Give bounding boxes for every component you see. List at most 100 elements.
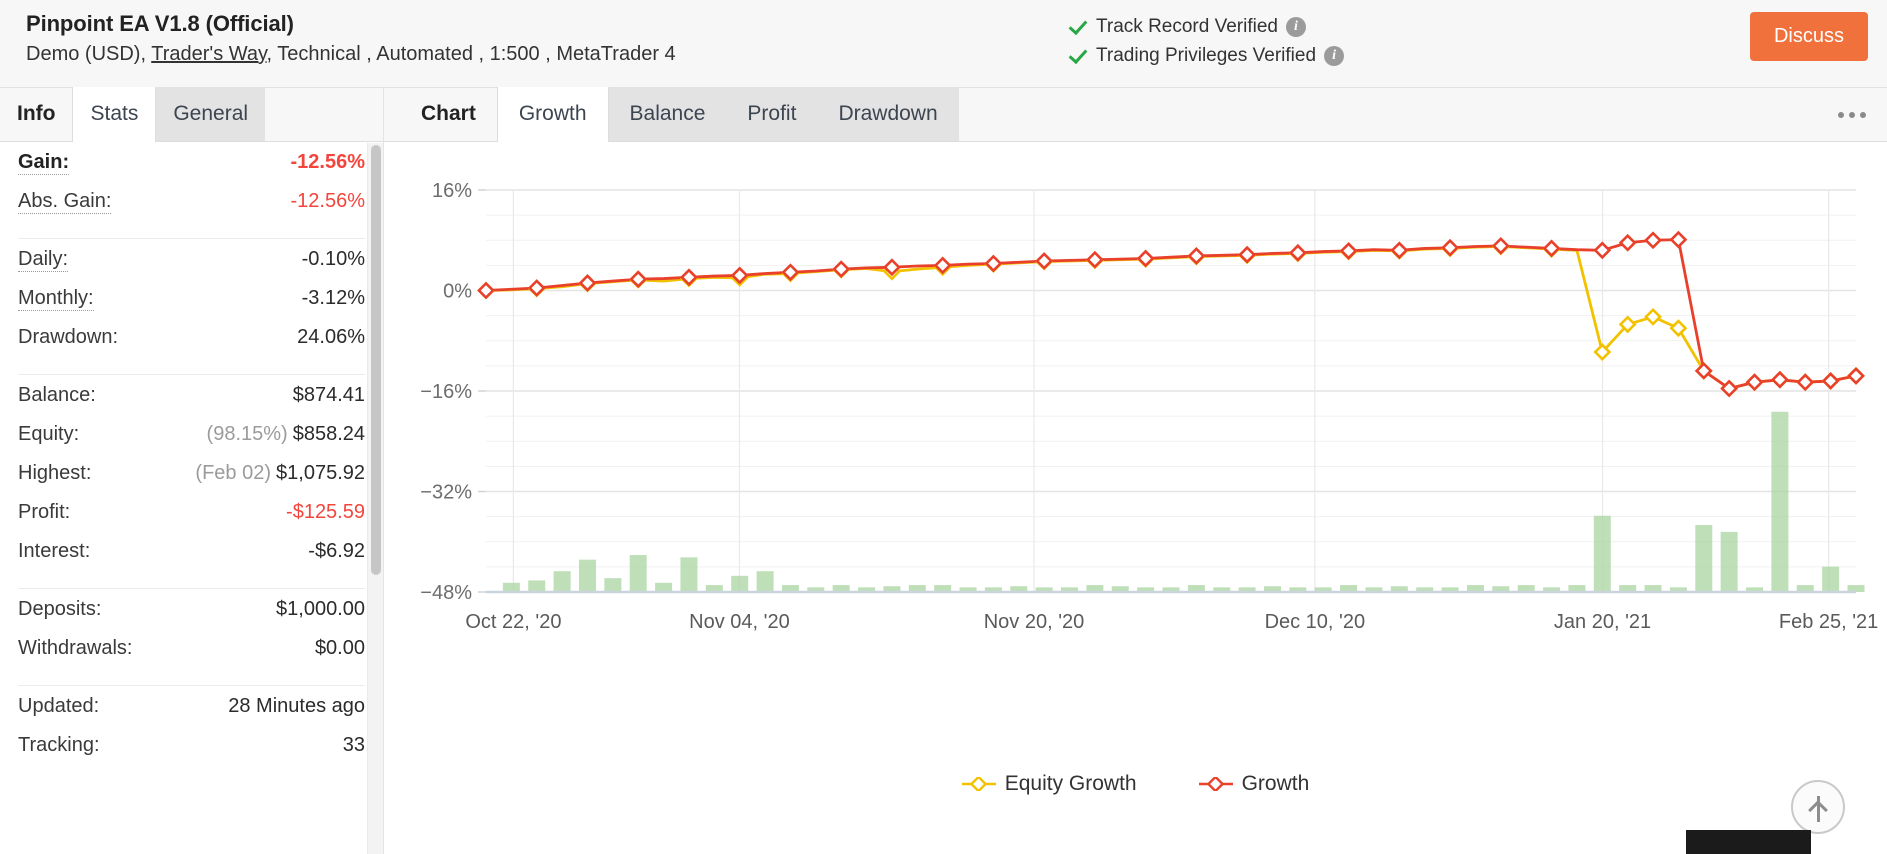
legend-marker — [961, 777, 996, 791]
stats-group: Balance: $874.41 Equity: (98.15%) $858.24… — [18, 374, 365, 588]
svg-text:−16%: −16% — [420, 381, 472, 403]
svg-text:16%: 16% — [432, 180, 472, 202]
stat-value: 28 Minutes ago — [228, 695, 365, 717]
stat-label: Drawdown: — [18, 326, 119, 348]
stat-value: 24.06% — [297, 326, 365, 348]
stat-row-withdrawals: Withdrawals: $0.00 — [18, 637, 365, 676]
stat-label[interactable]: Abs. Gain: — [18, 190, 112, 214]
stat-value: -12.56% — [290, 151, 366, 173]
account-meta-rest: , Technical , Automated , 1:500 , MetaTr… — [266, 43, 676, 65]
chart-panel: Chart Growth Balance Profit Drawdown 16%… — [384, 87, 1887, 854]
stat-value-prefix: (Feb 02) — [195, 462, 272, 484]
sidebar-tab-bar: Info Stats General — [0, 87, 383, 142]
stat-value: $874.41 — [292, 384, 365, 406]
stat-row-updated: Updated: 28 Minutes ago — [18, 695, 365, 734]
sidebar-tab-stats[interactable]: Stats — [72, 87, 157, 142]
stat-row-highest: Highest: (Feb 02) $1,075.92 — [18, 462, 365, 501]
ellipsis-icon[interactable] — [1835, 100, 1869, 130]
main-content: Info Stats General Gain: -12.56% Abs. Ga… — [0, 87, 1887, 854]
svg-text:Oct 22, '20: Oct 22, '20 — [465, 611, 561, 633]
stats-group: Gain: -12.56% Abs. Gain: -12.56% — [18, 142, 365, 238]
track-record-verified: Track Record Verified i — [1067, 12, 1344, 41]
stat-row-tracking: Tracking: 33 — [18, 734, 365, 773]
check-icon — [1067, 45, 1089, 67]
stat-label: Profit: — [18, 501, 71, 523]
tab-growth[interactable]: Growth — [496, 87, 609, 142]
chart-label: Chart — [421, 102, 476, 125]
sidebar-scrollbar-thumb[interactable] — [371, 145, 381, 575]
track-record-label: Track Record Verified — [1096, 15, 1278, 37]
stat-row-gain: Gain: -12.56% — [18, 151, 365, 190]
legend-label: Equity Growth — [1004, 772, 1137, 795]
svg-text:Nov 20, '20: Nov 20, '20 — [984, 611, 1085, 633]
stat-label[interactable]: Monthly: — [18, 287, 94, 311]
stat-label[interactable]: Gain: — [18, 151, 70, 175]
stat-label: Tracking: — [18, 734, 100, 756]
legend-item-equity-growth[interactable]: Equity Growth — [961, 772, 1137, 796]
stat-row-drawdown: Drawdown: 24.06% — [18, 326, 365, 365]
stat-row-abs-gain: Abs. Gain: -12.56% — [18, 190, 365, 229]
stat-value-wrap: (98.15%) $858.24 — [207, 423, 365, 446]
legend-label: Growth — [1241, 772, 1310, 795]
svg-text:Feb 25, '21: Feb 25, '21 — [1779, 611, 1878, 633]
stat-value: $1,075.92 — [276, 462, 365, 484]
chart-legend: Equity Growth Growth — [384, 772, 1887, 796]
stat-value: -0.10% — [301, 248, 365, 270]
check-icon — [1067, 16, 1089, 38]
stat-value: -$125.59 — [286, 501, 365, 523]
stat-label: Interest: — [18, 540, 91, 562]
svg-text:Jan 20, '21: Jan 20, '21 — [1554, 611, 1651, 633]
tab-balance[interactable]: Balance — [608, 87, 727, 141]
page-title: Pinpoint EA V1.8 (Official) — [26, 11, 294, 36]
stat-row-deposits: Deposits: $1,000.00 — [18, 598, 365, 637]
stat-value: -12.56% — [290, 190, 366, 212]
stat-row-equity: Equity: (98.15%) $858.24 — [18, 423, 365, 462]
trading-privileges-label: Trading Privileges Verified — [1096, 44, 1317, 66]
svg-text:−32%: −32% — [420, 482, 472, 504]
legend-item-growth[interactable]: Growth — [1198, 772, 1310, 796]
chart-tab-bar: Chart Growth Balance Profit Drawdown — [384, 87, 1887, 142]
stat-label: Deposits: — [18, 598, 102, 620]
broker-link[interactable]: Trader's Way — [151, 43, 266, 65]
stat-value: $0.00 — [314, 637, 365, 659]
arrow-up-icon[interactable] — [1791, 780, 1845, 834]
stats-sidebar: Info Stats General Gain: -12.56% Abs. Ga… — [0, 87, 384, 854]
stat-value-prefix: (98.15%) — [206, 423, 288, 445]
sidebar-scrollbar[interactable] — [367, 143, 383, 854]
discuss-button[interactable]: Discuss — [1750, 12, 1868, 61]
account-type: Demo (USD), — [26, 43, 147, 65]
account-meta: Demo (USD), Trader's Way, Technical , Au… — [26, 43, 676, 66]
sidebar-tab-info[interactable]: Info — [0, 87, 72, 141]
stat-value: $1,000.00 — [276, 598, 365, 620]
tab-profit[interactable]: Profit — [726, 87, 818, 141]
stat-row-interest: Interest: -$6.92 — [18, 540, 365, 579]
stat-value-wrap: (Feb 02) $1,075.92 — [195, 462, 365, 485]
stat-value: 33 — [342, 734, 365, 756]
growth-chart: 16% 0% −16% −32% −48% Oct 22, '20 Nov 04, '20 N… — [384, 142, 1887, 854]
tab-drawdown[interactable]: Drawdown — [817, 87, 959, 141]
stats-group: Daily: -0.10% Monthly: -3.12% Drawdown: … — [18, 238, 365, 374]
stat-row-daily: Daily: -0.10% — [18, 248, 365, 287]
stat-label: Withdrawals: — [18, 637, 133, 659]
svg-text:Nov 04, '20: Nov 04, '20 — [689, 611, 790, 633]
stat-label: Equity: — [18, 423, 80, 445]
info-icon[interactable]: i — [1285, 16, 1306, 37]
legend-marker — [1198, 777, 1233, 791]
page-header: Pinpoint EA V1.8 (Official) Demo (USD), … — [0, 0, 1887, 88]
stat-label[interactable]: Daily: — [18, 248, 69, 272]
info-icon[interactable]: i — [1324, 45, 1345, 66]
stats-group: Updated: 28 Minutes ago Tracking: 33 — [18, 685, 365, 782]
sidebar-tab-general[interactable]: General — [156, 87, 266, 141]
stat-value: -3.12% — [301, 287, 365, 309]
svg-text:0%: 0% — [443, 281, 472, 303]
stat-row-profit: Profit: -$125.59 — [18, 501, 365, 540]
stat-row-monthly: Monthly: -3.12% — [18, 287, 365, 326]
stat-row-balance: Balance: $874.41 — [18, 384, 365, 423]
svg-text:−48%: −48% — [420, 582, 472, 604]
stats-group: Deposits: $1,000.00 Withdrawals: $0.00 — [18, 588, 365, 685]
stats-list: Gain: -12.56% Abs. Gain: -12.56% Daily: … — [0, 142, 383, 782]
verification-badges: Track Record Verified i Trading Privileg… — [1067, 12, 1345, 70]
stat-label: Highest: — [18, 462, 92, 484]
stat-label: Updated: — [18, 695, 100, 717]
svg-text:Dec 10, '20: Dec 10, '20 — [1265, 611, 1366, 633]
